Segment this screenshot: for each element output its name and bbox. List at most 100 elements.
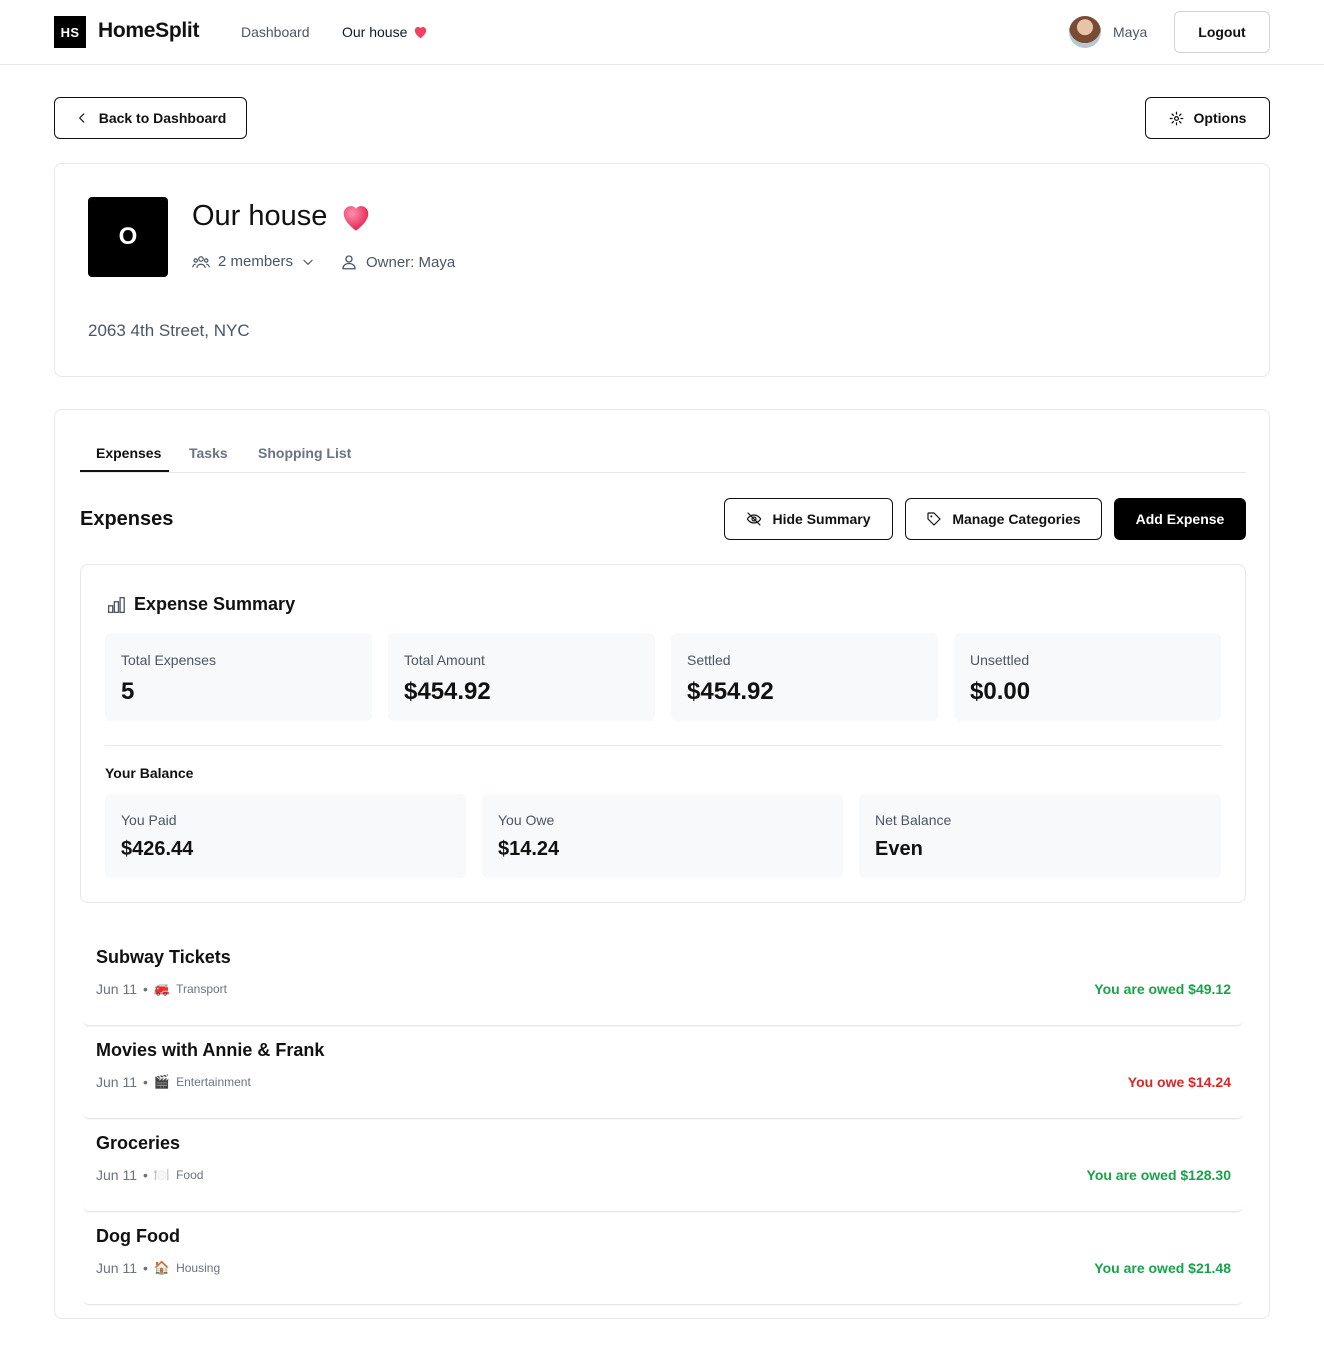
balance-title: Your Balance — [105, 765, 194, 781]
logout-button[interactable]: Logout — [1174, 11, 1270, 53]
members-count: 2 members — [218, 253, 294, 270]
expense-item[interactable]: Dog Food Jun 11 • 🏠 Housing You are owed… — [83, 1212, 1243, 1305]
stat-value: $14.24 — [498, 838, 560, 860]
expenses-card: Expenses Tasks Shopping List Expenses Hi… — [54, 409, 1270, 1319]
back-to-dashboard-button[interactable]: Back to Dashboard — [54, 97, 247, 139]
stat-label: Net Balance — [875, 812, 952, 828]
expense-name: Subway Tickets — [96, 947, 231, 967]
manage-categories-button[interactable]: Manage Categories — [905, 498, 1102, 540]
summary-title-text: Expense Summary — [134, 594, 296, 614]
hide-summary-label: Hide Summary — [772, 511, 871, 527]
category-emoji: 🍽️ — [153, 1167, 171, 1182]
section-title: Expenses — [80, 508, 174, 530]
heart-icon — [413, 25, 428, 39]
stat-unsettled: Unsettled $0.00 — [954, 633, 1221, 721]
expense-date: Jun 11 — [96, 981, 137, 997]
divider — [105, 745, 1222, 746]
chevron-down-icon — [301, 255, 315, 269]
tab-shopping-list[interactable]: Shopping List — [258, 445, 351, 461]
expense-summary-panel: Expense Summary Total Expenses 5 Total A… — [80, 564, 1246, 903]
tag-icon — [926, 511, 942, 527]
summary-title: Expense Summary — [106, 594, 295, 615]
stat-label: Unsettled — [970, 652, 1030, 668]
user-avatar[interactable] — [1069, 16, 1101, 48]
category-emoji: 🎬 — [153, 1074, 171, 1089]
bullet: • — [143, 981, 148, 997]
stat-total-expenses: Total Expenses 5 — [105, 633, 372, 721]
expense-meta: Jun 11 • 🚒 Transport — [96, 981, 227, 997]
owner-label: Owner: Maya — [366, 253, 456, 271]
expense-date: Jun 11 — [96, 1260, 137, 1276]
stat-total-amount: Total Amount $454.92 — [388, 633, 655, 721]
expense-date: Jun 11 — [96, 1074, 137, 1090]
eye-off-icon — [746, 511, 762, 527]
bullet: • — [143, 1167, 148, 1183]
expense-category: Transport — [176, 982, 227, 996]
stat-label: You Owe — [498, 812, 555, 828]
stat-value: $454.92 — [404, 678, 491, 705]
bar-chart-icon — [106, 596, 126, 614]
expense-date: Jun 11 — [96, 1167, 137, 1183]
options-button[interactable]: Options — [1145, 97, 1270, 139]
expense-meta: Jun 11 • 🏠 Housing — [96, 1260, 220, 1276]
balance-you-paid: You Paid $426.44 — [105, 794, 466, 878]
expense-category: Entertainment — [176, 1075, 251, 1089]
hide-summary-button[interactable]: Hide Summary — [724, 498, 893, 540]
expense-category: Food — [176, 1168, 204, 1182]
bullet: • — [143, 1074, 148, 1090]
nav-house-label: Our house — [342, 24, 408, 40]
stat-settled: Settled $454.92 — [671, 633, 938, 721]
expense-meta: Jun 11 • 🍽️ Food — [96, 1167, 203, 1183]
chevron-left-icon — [75, 111, 89, 125]
stat-label: Total Amount — [404, 652, 485, 668]
expense-item[interactable]: Groceries Jun 11 • 🍽️ Food You are owed … — [83, 1119, 1243, 1212]
bullet: • — [143, 1260, 148, 1276]
stat-value: 5 — [121, 678, 135, 705]
tab-expenses[interactable]: Expenses — [96, 445, 161, 461]
stat-label: You Paid — [121, 812, 177, 828]
stat-value: $0.00 — [970, 678, 1031, 705]
stat-label: Total Expenses — [121, 652, 216, 668]
back-label: Back to Dashboard — [98, 110, 227, 126]
user-name: Maya — [1113, 24, 1148, 40]
balance-you-owe: You Owe $14.24 — [482, 794, 843, 878]
options-label: Options — [1193, 110, 1247, 126]
top-navbar: HS HomeSplit Dashboard Our house Maya Lo… — [0, 0, 1324, 65]
group-avatar: O — [88, 197, 168, 277]
logo[interactable]: HS — [54, 16, 86, 48]
group-info-card: O Our house 2 members Owner: Maya 2063 4… — [54, 163, 1270, 377]
tab-bar: Expenses Tasks Shopping List — [80, 434, 1246, 473]
tab-tasks[interactable]: Tasks — [189, 445, 228, 461]
expense-name: Groceries — [96, 1133, 181, 1153]
nav-house-link[interactable]: Our house — [342, 24, 428, 40]
brand-name[interactable]: HomeSplit — [98, 19, 199, 43]
owner-info: Owner: Maya — [340, 253, 455, 271]
expense-balance: You are owed $49.12 — [1094, 981, 1231, 997]
expense-item[interactable]: Movies with Annie & Frank Jun 11 • 🎬 Ent… — [83, 1026, 1243, 1119]
user-icon — [340, 253, 358, 271]
stat-label: Settled — [687, 652, 731, 668]
category-emoji: 🚒 — [153, 981, 171, 996]
manage-categories-label: Manage Categories — [952, 511, 1081, 527]
expense-list: Subway Tickets Jun 11 • 🚒 Transport You … — [83, 933, 1243, 1305]
expense-name: Dog Food — [96, 1226, 180, 1246]
expense-name: Movies with Annie & Frank — [96, 1040, 325, 1060]
nav-dashboard-link[interactable]: Dashboard — [241, 24, 310, 40]
stat-value: $426.44 — [121, 838, 194, 860]
group-title: Our house — [192, 200, 373, 233]
expense-item[interactable]: Subway Tickets Jun 11 • 🚒 Transport You … — [83, 933, 1243, 1026]
group-title-text: Our house — [192, 200, 328, 232]
stat-value: Even — [875, 838, 923, 860]
active-tab-indicator — [80, 470, 169, 472]
add-expense-button[interactable]: Add Expense — [1114, 498, 1246, 540]
balance-net: Net Balance Even — [859, 794, 1221, 878]
expense-category: Housing — [176, 1261, 221, 1275]
expense-meta: Jun 11 • 🎬 Entertainment — [96, 1074, 251, 1090]
heart-icon — [339, 202, 373, 232]
members-dropdown[interactable]: 2 members — [192, 253, 315, 270]
expense-balance: You are owed $21.48 — [1094, 1260, 1231, 1276]
stat-value: $454.92 — [687, 678, 774, 705]
expense-balance: You are owed $128.30 — [1086, 1167, 1231, 1183]
users-icon — [192, 254, 210, 270]
gear-icon — [1169, 111, 1184, 126]
